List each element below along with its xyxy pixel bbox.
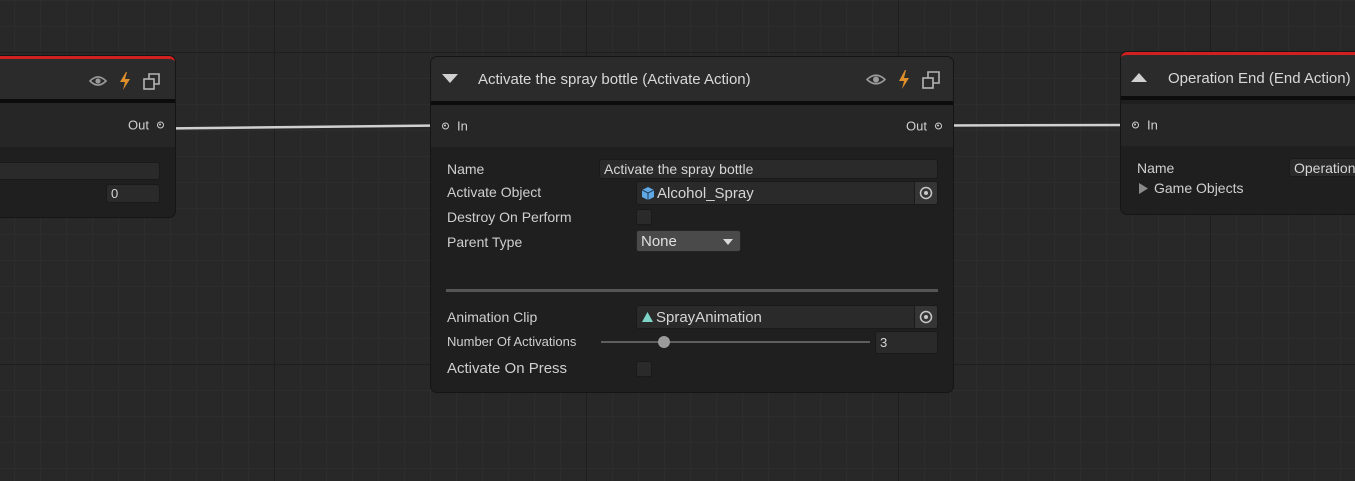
expand-triangle-icon[interactable] (1131, 73, 1147, 83)
lightning-icon[interactable] (119, 72, 131, 90)
in-port-dot[interactable] (442, 122, 449, 130)
dropdown-arrow-icon (723, 239, 733, 245)
activate-object-field[interactable]: Alcohol_Spray (636, 181, 938, 205)
foldout-arrow-icon (1139, 182, 1148, 194)
in-port-label: In (1147, 117, 1158, 133)
eye-icon[interactable] (89, 74, 107, 88)
node-title: Operation End (End Action) (1168, 70, 1351, 87)
animation-clip-value: SprayAnimation (656, 308, 762, 326)
section-separator (446, 289, 938, 292)
name-label: Name (447, 161, 485, 177)
eye-icon[interactable] (866, 72, 886, 87)
out-port-label: Out (906, 118, 927, 134)
left-node-text-field[interactable] (0, 162, 160, 180)
lightning-icon[interactable] (898, 70, 910, 89)
left-node-out-port[interactable]: Out (128, 118, 164, 133)
cube-icon (642, 186, 654, 200)
activate-object-value: Alcohol_Spray (657, 184, 754, 202)
activate-object-label: Activate Object (447, 184, 542, 200)
game-objects-foldout[interactable]: Game Objects (1139, 180, 1243, 196)
left-node-header[interactable] (0, 56, 175, 103)
out-port-label: Out (128, 117, 149, 133)
destroy-on-perform-label: Destroy On Perform (447, 209, 572, 225)
edge-left-to-main (163, 124, 441, 130)
parent-type-dropdown[interactable]: None (636, 230, 741, 252)
left-node-number-field[interactable]: 0 (106, 184, 160, 203)
in-port-label: In (457, 118, 468, 134)
activate-action-node[interactable]: Activate the spray bottle (Activate Acti… (431, 57, 953, 392)
prefab-icon[interactable] (143, 72, 160, 90)
object-picker-icon (919, 310, 933, 324)
end-node-in-port[interactable]: In (1132, 118, 1158, 133)
end-action-node[interactable]: Operation End (End Action) In Name Opera… (1121, 52, 1355, 214)
animation-clip-label: Animation Clip (447, 309, 538, 325)
name-field[interactable]: Operation End (1289, 158, 1355, 177)
number-of-activations-field[interactable]: 3 (875, 331, 938, 354)
left-node-port-row: Out (0, 103, 175, 147)
end-action-node-header[interactable]: Operation End (End Action) (1121, 52, 1355, 100)
parent-type-label: Parent Type (447, 234, 523, 250)
main-node-out-port[interactable]: Out (906, 119, 942, 134)
in-port-dot[interactable] (1132, 121, 1139, 129)
animation-clip-icon (642, 312, 653, 322)
main-node-in-port[interactable]: In (442, 119, 468, 134)
object-picker-icon (919, 186, 933, 200)
activate-on-press-checkbox[interactable] (636, 361, 652, 377)
object-picker-button[interactable] (914, 306, 937, 328)
end-node-port-row: In (1121, 104, 1355, 146)
destroy-on-perform-checkbox[interactable] (636, 209, 652, 225)
name-label: Name (1137, 160, 1175, 176)
out-port-dot[interactable] (935, 122, 942, 130)
number-of-activations-slider-handle[interactable] (658, 336, 670, 348)
number-of-activations-slider-track[interactable] (601, 341, 870, 343)
left-node[interactable]: Out 0 (0, 56, 175, 217)
collapse-triangle-icon[interactable] (442, 74, 458, 84)
edge-main-to-right (941, 123, 1131, 127)
main-node-port-row: In Out (431, 105, 953, 147)
object-picker-button[interactable] (914, 182, 937, 204)
name-field[interactable]: Activate the spray bottle (599, 159, 938, 179)
parent-type-value: None (641, 232, 677, 250)
prefab-icon[interactable] (922, 70, 940, 89)
node-title: Activate the spray bottle (Activate Acti… (478, 71, 751, 88)
animation-clip-field[interactable]: SprayAnimation (636, 305, 938, 329)
game-objects-label: Game Objects (1154, 180, 1244, 196)
activate-action-node-header[interactable]: Activate the spray bottle (Activate Acti… (431, 57, 953, 105)
number-of-activations-label: Number Of Activations (447, 334, 577, 349)
out-port-dot[interactable] (157, 121, 164, 129)
activate-on-press-label: Activate On Press (447, 360, 568, 377)
